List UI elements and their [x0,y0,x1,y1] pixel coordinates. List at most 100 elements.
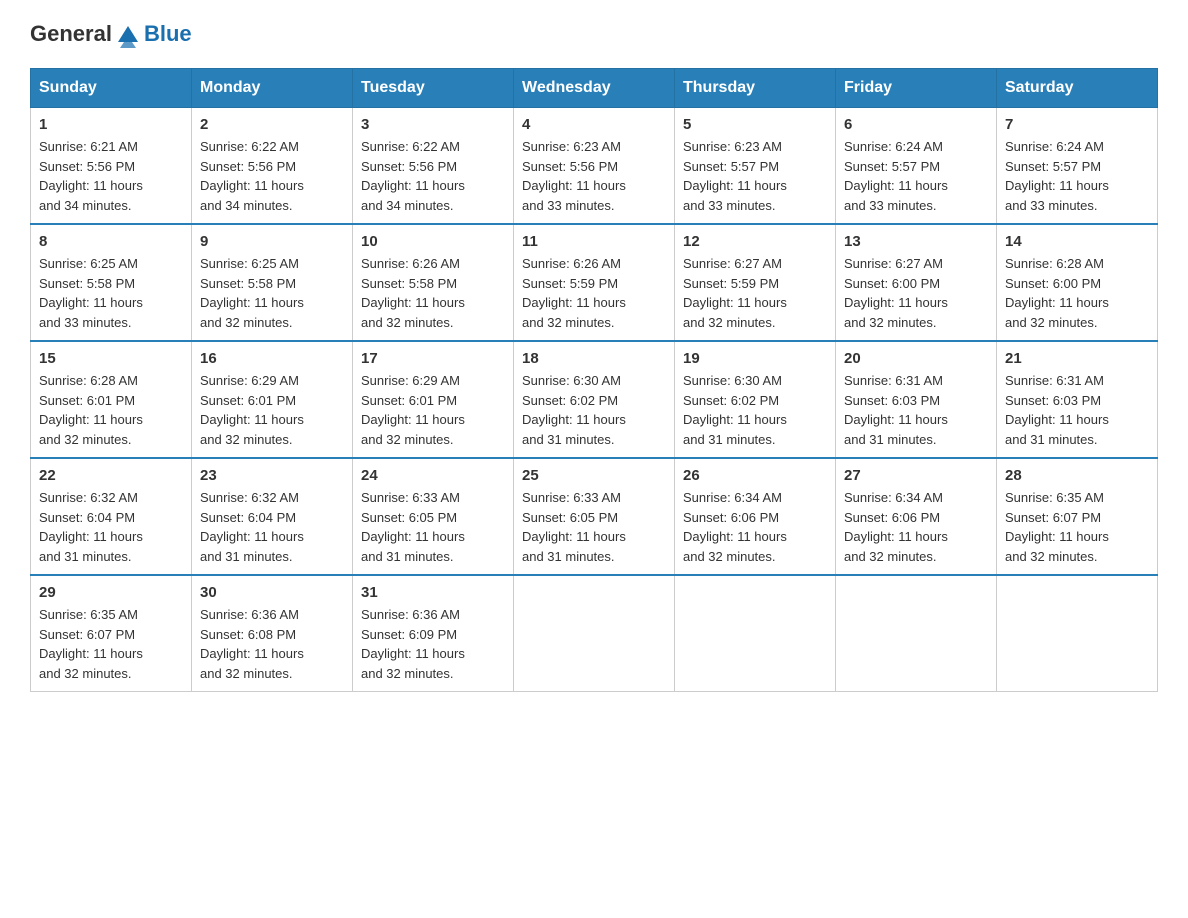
day-info: Sunrise: 6:31 AMSunset: 6:03 PMDaylight:… [844,373,948,447]
calendar-cell: 3 Sunrise: 6:22 AMSunset: 5:56 PMDayligh… [353,108,514,225]
column-header-monday: Monday [192,69,353,108]
week-row-1: 1 Sunrise: 6:21 AMSunset: 5:56 PMDayligh… [31,108,1158,225]
week-row-3: 15 Sunrise: 6:28 AMSunset: 6:01 PMDaylig… [31,341,1158,458]
day-number: 23 [200,467,344,484]
day-info: Sunrise: 6:33 AMSunset: 6:05 PMDaylight:… [522,490,626,564]
day-number: 10 [361,233,505,250]
logo-general-text: General [30,21,112,47]
day-number: 17 [361,350,505,367]
day-info: Sunrise: 6:24 AMSunset: 5:57 PMDaylight:… [844,139,948,213]
calendar-cell: 4 Sunrise: 6:23 AMSunset: 5:56 PMDayligh… [514,108,675,225]
calendar-cell: 28 Sunrise: 6:35 AMSunset: 6:07 PMDaylig… [997,458,1158,575]
calendar-cell: 25 Sunrise: 6:33 AMSunset: 6:05 PMDaylig… [514,458,675,575]
day-number: 29 [39,584,183,601]
day-info: Sunrise: 6:34 AMSunset: 6:06 PMDaylight:… [683,490,787,564]
day-number: 27 [844,467,988,484]
column-header-tuesday: Tuesday [353,69,514,108]
day-info: Sunrise: 6:23 AMSunset: 5:57 PMDaylight:… [683,139,787,213]
column-header-wednesday: Wednesday [514,69,675,108]
day-info: Sunrise: 6:28 AMSunset: 6:00 PMDaylight:… [1005,256,1109,330]
day-info: Sunrise: 6:22 AMSunset: 5:56 PMDaylight:… [200,139,304,213]
calendar-cell: 27 Sunrise: 6:34 AMSunset: 6:06 PMDaylig… [836,458,997,575]
calendar-cell: 30 Sunrise: 6:36 AMSunset: 6:08 PMDaylig… [192,575,353,692]
day-info: Sunrise: 6:21 AMSunset: 5:56 PMDaylight:… [39,139,143,213]
day-info: Sunrise: 6:28 AMSunset: 6:01 PMDaylight:… [39,373,143,447]
calendar-cell: 17 Sunrise: 6:29 AMSunset: 6:01 PMDaylig… [353,341,514,458]
calendar-cell: 21 Sunrise: 6:31 AMSunset: 6:03 PMDaylig… [997,341,1158,458]
column-header-thursday: Thursday [675,69,836,108]
column-header-friday: Friday [836,69,997,108]
day-number: 30 [200,584,344,601]
calendar-cell: 11 Sunrise: 6:26 AMSunset: 5:59 PMDaylig… [514,224,675,341]
day-info: Sunrise: 6:29 AMSunset: 6:01 PMDaylight:… [200,373,304,447]
day-info: Sunrise: 6:30 AMSunset: 6:02 PMDaylight:… [522,373,626,447]
day-number: 21 [1005,350,1149,367]
page-header: General Blue [30,20,1158,48]
calendar-cell [836,575,997,692]
day-info: Sunrise: 6:24 AMSunset: 5:57 PMDaylight:… [1005,139,1109,213]
day-number: 13 [844,233,988,250]
day-number: 22 [39,467,183,484]
logo-blue-text: Blue [144,21,192,47]
day-number: 9 [200,233,344,250]
day-number: 28 [1005,467,1149,484]
day-info: Sunrise: 6:32 AMSunset: 6:04 PMDaylight:… [200,490,304,564]
day-info: Sunrise: 6:35 AMSunset: 6:07 PMDaylight:… [1005,490,1109,564]
day-number: 18 [522,350,666,367]
day-info: Sunrise: 6:35 AMSunset: 6:07 PMDaylight:… [39,607,143,681]
calendar-cell: 23 Sunrise: 6:32 AMSunset: 6:04 PMDaylig… [192,458,353,575]
calendar-cell: 12 Sunrise: 6:27 AMSunset: 5:59 PMDaylig… [675,224,836,341]
calendar-cell: 31 Sunrise: 6:36 AMSunset: 6:09 PMDaylig… [353,575,514,692]
day-number: 7 [1005,116,1149,133]
day-number: 6 [844,116,988,133]
column-header-sunday: Sunday [31,69,192,108]
day-info: Sunrise: 6:31 AMSunset: 6:03 PMDaylight:… [1005,373,1109,447]
calendar-cell: 19 Sunrise: 6:30 AMSunset: 6:02 PMDaylig… [675,341,836,458]
logo: General Blue [30,20,192,48]
day-number: 1 [39,116,183,133]
day-number: 16 [200,350,344,367]
day-info: Sunrise: 6:26 AMSunset: 5:58 PMDaylight:… [361,256,465,330]
day-info: Sunrise: 6:27 AMSunset: 6:00 PMDaylight:… [844,256,948,330]
week-row-2: 8 Sunrise: 6:25 AMSunset: 5:58 PMDayligh… [31,224,1158,341]
day-number: 26 [683,467,827,484]
day-number: 11 [522,233,666,250]
day-info: Sunrise: 6:23 AMSunset: 5:56 PMDaylight:… [522,139,626,213]
day-number: 25 [522,467,666,484]
day-info: Sunrise: 6:36 AMSunset: 6:08 PMDaylight:… [200,607,304,681]
day-number: 19 [683,350,827,367]
day-info: Sunrise: 6:36 AMSunset: 6:09 PMDaylight:… [361,607,465,681]
calendar-cell: 16 Sunrise: 6:29 AMSunset: 6:01 PMDaylig… [192,341,353,458]
calendar-cell: 13 Sunrise: 6:27 AMSunset: 6:00 PMDaylig… [836,224,997,341]
calendar-cell: 20 Sunrise: 6:31 AMSunset: 6:03 PMDaylig… [836,341,997,458]
day-info: Sunrise: 6:25 AMSunset: 5:58 PMDaylight:… [200,256,304,330]
day-info: Sunrise: 6:34 AMSunset: 6:06 PMDaylight:… [844,490,948,564]
calendar-table: SundayMondayTuesdayWednesdayThursdayFrid… [30,68,1158,692]
calendar-cell: 5 Sunrise: 6:23 AMSunset: 5:57 PMDayligh… [675,108,836,225]
day-number: 24 [361,467,505,484]
week-row-5: 29 Sunrise: 6:35 AMSunset: 6:07 PMDaylig… [31,575,1158,692]
day-number: 20 [844,350,988,367]
calendar-cell: 6 Sunrise: 6:24 AMSunset: 5:57 PMDayligh… [836,108,997,225]
day-number: 14 [1005,233,1149,250]
calendar-cell [675,575,836,692]
calendar-cell: 10 Sunrise: 6:26 AMSunset: 5:58 PMDaylig… [353,224,514,341]
logo-icon [114,20,142,48]
calendar-cell: 1 Sunrise: 6:21 AMSunset: 5:56 PMDayligh… [31,108,192,225]
day-number: 5 [683,116,827,133]
day-number: 8 [39,233,183,250]
week-row-4: 22 Sunrise: 6:32 AMSunset: 6:04 PMDaylig… [31,458,1158,575]
calendar-cell: 22 Sunrise: 6:32 AMSunset: 6:04 PMDaylig… [31,458,192,575]
day-info: Sunrise: 6:22 AMSunset: 5:56 PMDaylight:… [361,139,465,213]
day-info: Sunrise: 6:26 AMSunset: 5:59 PMDaylight:… [522,256,626,330]
day-info: Sunrise: 6:29 AMSunset: 6:01 PMDaylight:… [361,373,465,447]
calendar-cell: 15 Sunrise: 6:28 AMSunset: 6:01 PMDaylig… [31,341,192,458]
calendar-cell: 2 Sunrise: 6:22 AMSunset: 5:56 PMDayligh… [192,108,353,225]
day-number: 4 [522,116,666,133]
column-header-saturday: Saturday [997,69,1158,108]
calendar-cell: 29 Sunrise: 6:35 AMSunset: 6:07 PMDaylig… [31,575,192,692]
days-header-row: SundayMondayTuesdayWednesdayThursdayFrid… [31,69,1158,108]
calendar-cell: 7 Sunrise: 6:24 AMSunset: 5:57 PMDayligh… [997,108,1158,225]
calendar-cell: 9 Sunrise: 6:25 AMSunset: 5:58 PMDayligh… [192,224,353,341]
day-info: Sunrise: 6:30 AMSunset: 6:02 PMDaylight:… [683,373,787,447]
